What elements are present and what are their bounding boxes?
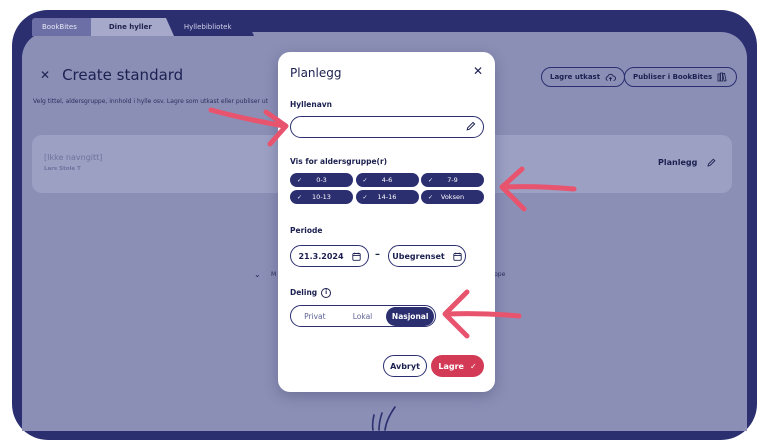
close-icon[interactable]: ✕ xyxy=(473,64,483,78)
tab-hyllebibliotek[interactable]: Hyllebibliotek xyxy=(165,18,254,36)
age-group-chips: ✓ 0-3 ✓ 4-6 ✓ 7-9 ✓ 10-13 ✓ 14-16 ✓ Voksen xyxy=(290,173,484,204)
sharing-option-privat[interactable]: Privat xyxy=(291,312,339,321)
shelf-name-field[interactable] xyxy=(290,116,484,138)
shelf-card-author: Lars Stole T xyxy=(44,166,81,172)
check-icon: ✓ xyxy=(428,176,434,184)
age-chip-10-13[interactable]: ✓ 10-13 xyxy=(290,190,353,204)
dialog-title: Planlegg xyxy=(290,66,342,80)
sharing-selector: Privat Lokal Nasjonal xyxy=(290,305,436,327)
age-chip-7-9[interactable]: ✓ 7-9 xyxy=(421,173,484,187)
age-chip-voksen[interactable]: ✓ Voksen xyxy=(421,190,484,204)
shelf-card-name: [Ikke navngitt] xyxy=(44,153,103,162)
age-chip-4-6[interactable]: ✓ 4-6 xyxy=(355,173,419,187)
save-button[interactable]: Lagre ✓ xyxy=(431,355,484,377)
check-icon: ✓ xyxy=(297,176,303,184)
save-draft-label: Lagre utkast xyxy=(550,73,601,81)
cloud-upload-icon xyxy=(605,73,617,81)
page-title: ✕ Create standard xyxy=(40,66,183,84)
collapsed-section-label: M xyxy=(271,271,277,278)
check-icon: ✓ xyxy=(362,176,368,184)
save-draft-button[interactable]: Lagre utkast xyxy=(541,67,626,87)
period-label: Periode xyxy=(290,226,323,235)
sharing-label: Deling i xyxy=(290,288,332,298)
annotation-arrow-shelf-name xyxy=(208,107,289,147)
age-chip-14-16[interactable]: ✓ 14-16 xyxy=(355,190,419,204)
pencil-icon xyxy=(466,121,476,131)
shelf-name-label: Hyllenavn xyxy=(290,100,333,109)
tab-bookbites[interactable]: BookBites xyxy=(32,18,99,36)
shelf-name-input[interactable] xyxy=(299,120,463,136)
save-label: Lagre xyxy=(438,361,464,371)
annotation-arrow-sharing xyxy=(442,289,522,339)
sharing-label-text: Deling xyxy=(290,288,318,297)
start-date-value: 21.3.2024 xyxy=(298,251,344,261)
page-title-text: Create standard xyxy=(62,66,184,84)
publish-button[interactable]: Publiser i BookBites xyxy=(624,67,738,87)
calendar-icon xyxy=(453,252,462,261)
chevron-down-icon[interactable]: ⌄ xyxy=(254,270,261,279)
books-icon xyxy=(717,72,727,82)
pencil-icon xyxy=(707,158,716,167)
info-icon[interactable]: i xyxy=(321,288,332,298)
start-date-picker[interactable]: 21.3.2024 xyxy=(290,245,369,267)
tab-label: BookBites xyxy=(42,23,77,31)
check-icon: ✓ xyxy=(428,193,434,201)
calendar-icon xyxy=(351,252,361,261)
collapsed-section-suffix: ppe xyxy=(494,271,506,278)
annotation-arrow-age-groups xyxy=(499,166,577,212)
end-date-picker[interactable]: Ubegrenset xyxy=(388,245,466,267)
cancel-button[interactable]: Avbryt xyxy=(383,355,427,377)
age-chip-0-3[interactable]: ✓ 0-3 xyxy=(290,173,353,187)
end-date-value: Ubegrenset xyxy=(392,251,445,261)
hand-doodle xyxy=(371,406,396,431)
age-group-label: Vis for aldersgruppe(r) xyxy=(290,157,388,166)
close-icon[interactable]: ✕ xyxy=(40,68,50,82)
sharing-option-nasjonal[interactable]: Nasjonal xyxy=(386,306,435,326)
check-icon: ✓ xyxy=(469,361,477,371)
sharing-option-lokal[interactable]: Lokal xyxy=(339,312,387,321)
tab-label: Dine hyller xyxy=(108,23,152,31)
plan-button[interactable]: Planlegg xyxy=(658,158,716,167)
check-icon: ✓ xyxy=(362,193,368,201)
tab-dine-hyller[interactable]: Dine hyller xyxy=(90,18,174,36)
publish-label: Publiser i BookBites xyxy=(633,73,713,81)
plan-label: Planlegg xyxy=(658,158,698,167)
check-icon: ✓ xyxy=(297,193,303,201)
cancel-label: Avbryt xyxy=(390,361,420,371)
date-range-separator: – xyxy=(375,249,380,260)
tab-label: Hyllebibliotek xyxy=(183,23,232,31)
top-tabs: BookBites Dine hyller Hyllebibliotek xyxy=(32,18,254,36)
